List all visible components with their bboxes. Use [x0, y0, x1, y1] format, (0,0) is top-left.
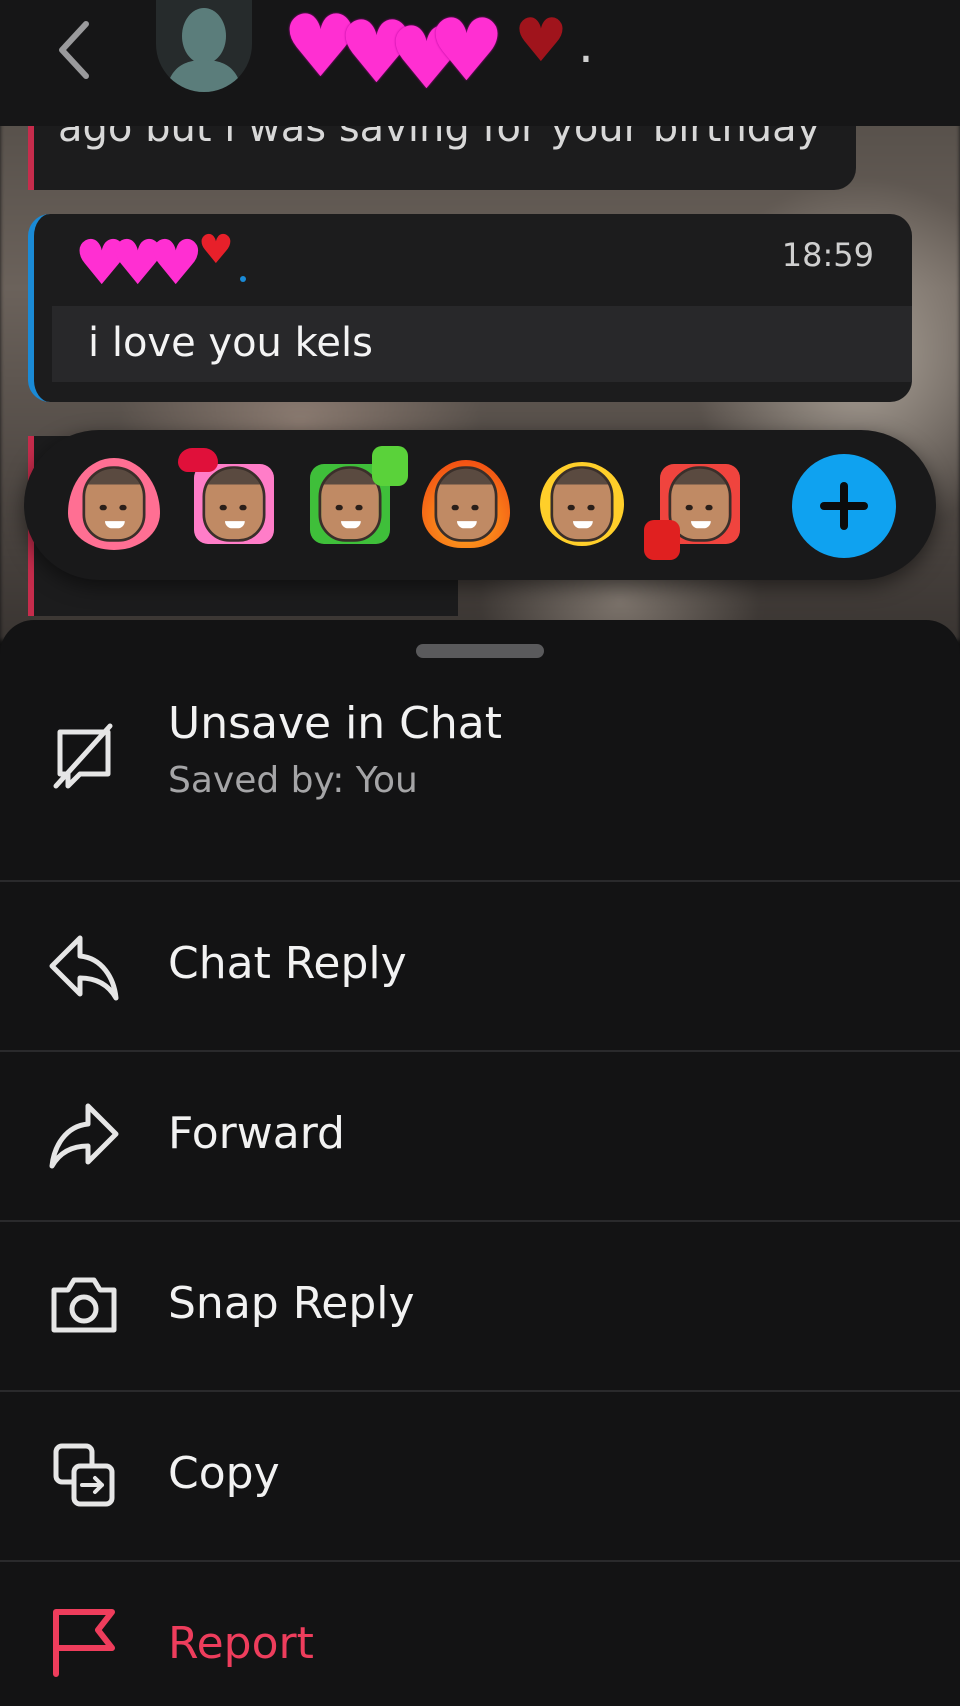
selected-message[interactable]: ♥ ♥ ♥ ♥ 18:59 i love you kels: [28, 214, 912, 402]
message-body: i love you kels: [52, 306, 912, 382]
avatar[interactable]: [156, 0, 252, 92]
chat-reply-label: Chat Reply: [168, 938, 407, 989]
forward-arrow-icon: [49, 1103, 119, 1169]
reaction-fire[interactable]: [416, 454, 516, 554]
camera-icon: [51, 1277, 117, 1333]
copy-icon: [53, 1443, 115, 1507]
plus-icon: [820, 482, 868, 530]
forward-label: Forward: [168, 1108, 345, 1159]
action-sheet: Unsave in Chat Saved by: You Chat Reply …: [0, 620, 960, 1706]
chat-header: ♥ ♥ ♥ ♥ ♥ .: [0, 0, 960, 126]
snap-reply-label: Snap Reply: [168, 1278, 415, 1329]
copy-item[interactable]: Copy: [0, 1392, 960, 1562]
pink-heart-icon: ♥: [148, 226, 204, 299]
pink-heart-icon: ♥: [428, 1, 506, 101]
flag-icon: [53, 1609, 115, 1677]
chat-reply-item[interactable]: Chat Reply: [0, 882, 960, 1052]
report-item[interactable]: Report: [0, 1562, 960, 1706]
unsave-in-chat-item[interactable]: Unsave in Chat Saved by: You: [0, 650, 960, 882]
lips-icon: [178, 448, 218, 472]
unsave-icon: [53, 723, 113, 789]
forward-item[interactable]: Forward: [0, 1052, 960, 1222]
chevron-left-icon: [59, 21, 89, 79]
thumbs-up-icon: [372, 446, 408, 486]
reaction-crying-laughing[interactable]: [532, 454, 632, 554]
reaction-heart[interactable]: [64, 454, 164, 554]
report-label: Report: [168, 1618, 314, 1669]
fire-bitmoji-icon: [434, 466, 498, 542]
saved-by-label: Saved by: You: [168, 760, 418, 801]
snap-reply-item[interactable]: Snap Reply: [0, 1222, 960, 1392]
unsave-label: Unsave in Chat: [168, 698, 502, 749]
reaction-thumbs-down[interactable]: [644, 454, 750, 560]
person-silhouette-icon: [166, 8, 242, 92]
reply-arrow-icon: [49, 935, 119, 1001]
name-dot: [240, 276, 246, 282]
red-heart-icon: ♥: [198, 227, 234, 273]
message-text: i love you kels: [88, 320, 373, 366]
sender-name-hearts: ♥ ♥ ♥ ♥: [74, 230, 294, 300]
reaction-bar: [24, 430, 936, 580]
back-button[interactable]: [50, 10, 110, 80]
title-dot: .: [578, 16, 594, 74]
add-reaction-button[interactable]: [792, 454, 896, 558]
crying-laughing-bitmoji-icon: [550, 466, 614, 542]
copy-label: Copy: [168, 1448, 280, 1499]
reaction-thumbs-up[interactable]: [300, 446, 408, 554]
reaction-kiss[interactable]: [178, 448, 284, 554]
red-heart-icon: ♥: [514, 6, 568, 76]
kiss-bitmoji-icon: [202, 466, 266, 542]
message-time: 18:59: [781, 236, 874, 274]
heart-bitmoji-icon: [82, 466, 146, 542]
thumbs-down-icon: [644, 520, 680, 560]
